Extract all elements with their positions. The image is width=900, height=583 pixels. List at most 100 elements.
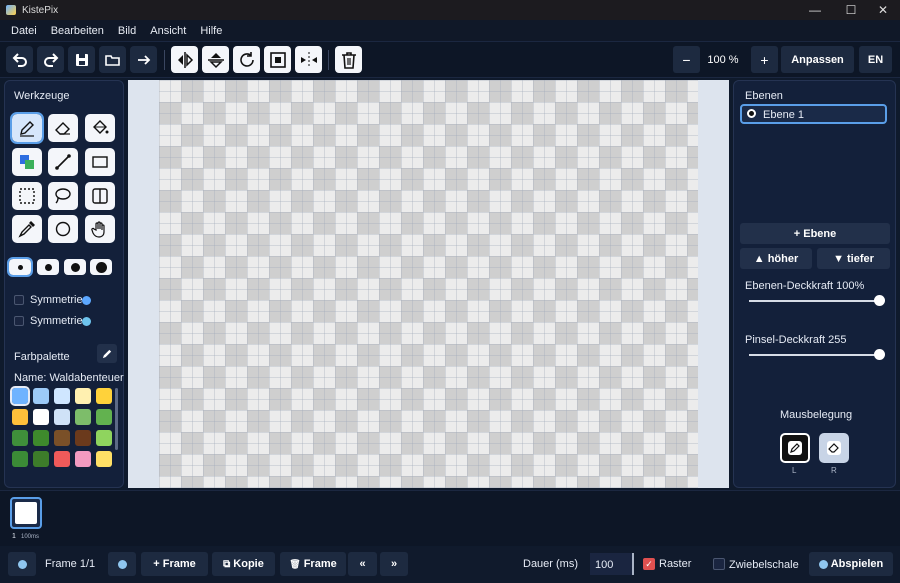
brush-size-3[interactable]	[64, 259, 86, 275]
onion-checkbox[interactable]	[713, 558, 725, 570]
close-button[interactable]: ✕	[866, 0, 900, 20]
select-rect-tool[interactable]	[12, 182, 42, 210]
delete-button[interactable]	[335, 46, 362, 73]
palette-swatch[interactable]	[33, 430, 49, 446]
duration-label: Dauer (ms)	[523, 558, 579, 570]
palette-swatch[interactable]	[54, 409, 70, 425]
zoom-out-button[interactable]: −	[673, 46, 700, 73]
add-layer-button[interactable]: + Ebene	[740, 223, 890, 244]
frame-counter: Frame 1/1	[45, 558, 96, 570]
menu-bild[interactable]: Bild	[111, 25, 143, 37]
palette-swatch[interactable]	[75, 430, 91, 446]
fit-button[interactable]: Anpassen	[781, 46, 854, 73]
menu-hilfe[interactable]: Hilfe	[193, 25, 229, 37]
rotate-button[interactable]	[233, 46, 260, 73]
slider-knob[interactable]	[874, 349, 885, 360]
resize-canvas-button[interactable]	[264, 46, 291, 73]
palette-swatch[interactable]	[96, 388, 112, 404]
add-frame-button[interactable]: + Frame	[141, 552, 208, 576]
save-button[interactable]	[68, 46, 95, 73]
ellipse-tool[interactable]	[48, 215, 78, 243]
symmetry-v-icon	[82, 317, 91, 326]
palette-swatch[interactable]	[75, 451, 91, 467]
layer-up-button[interactable]: ▲ höher	[740, 248, 812, 269]
copy-frame-button[interactable]: ⧉ Kopie	[212, 552, 275, 576]
last-frame-button[interactable]: »	[380, 552, 408, 576]
lasso-tool[interactable]	[48, 182, 78, 210]
prev-frame-button[interactable]	[8, 552, 36, 576]
palette-swatch[interactable]	[96, 409, 112, 425]
open-button[interactable]	[99, 46, 126, 73]
mouse-left-tool[interactable]	[780, 433, 810, 463]
layer-radio-icon[interactable]	[747, 109, 756, 118]
title-bar: KistePix — ☐ ✕	[0, 0, 900, 20]
palette-swatch[interactable]	[33, 409, 49, 425]
palette-scrollbar[interactable]	[115, 388, 118, 450]
flip-vertical-button[interactable]	[202, 46, 229, 73]
grid-checkbox[interactable]: ✓	[643, 558, 655, 570]
palette-swatch[interactable]	[96, 430, 112, 446]
hand-tool[interactable]	[85, 215, 115, 243]
edit-palette-button[interactable]	[97, 344, 117, 363]
mirror-tool[interactable]	[85, 182, 115, 210]
brush-size-1[interactable]	[7, 257, 33, 277]
fill-tool[interactable]	[85, 114, 115, 142]
symmetry-v-checkbox[interactable]	[14, 316, 24, 326]
palette-swatch[interactable]	[12, 430, 28, 446]
palette-swatch[interactable]	[54, 388, 70, 404]
pencil-icon	[20, 121, 34, 137]
frame-duration: 100ms	[21, 534, 40, 540]
language-button[interactable]: EN	[859, 46, 892, 73]
zoom-level: 100 %	[707, 53, 739, 66]
duration-input[interactable]: 100	[590, 553, 634, 575]
palette-swatch[interactable]	[75, 388, 91, 404]
palette-swatch[interactable]	[75, 409, 91, 425]
brush-size-4[interactable]	[90, 259, 112, 275]
menu-bearbeiten[interactable]: Bearbeiten	[44, 25, 111, 37]
eraser-icon	[55, 122, 70, 135]
frame-thumbnail[interactable]	[10, 497, 42, 529]
layer-item[interactable]: Ebene 1	[740, 104, 887, 124]
center-button[interactable]	[295, 46, 322, 73]
palette-swatch[interactable]	[33, 451, 49, 467]
palette-swatch[interactable]	[54, 451, 70, 467]
rectangle-tool[interactable]	[85, 148, 115, 176]
mouse-right-tool[interactable]	[819, 433, 849, 463]
palette-swatch[interactable]	[12, 409, 28, 425]
zoom-in-button[interactable]: +	[751, 46, 778, 73]
palette-swatch[interactable]	[54, 430, 70, 446]
slider-knob[interactable]	[874, 295, 885, 306]
flip-horizontal-button[interactable]	[171, 46, 198, 73]
line-tool[interactable]	[48, 148, 78, 176]
minimize-button[interactable]: —	[798, 0, 832, 20]
delete-frame-button[interactable]: 🗑 Frame	[280, 552, 346, 576]
undo-icon	[12, 52, 27, 67]
export-button[interactable]	[130, 46, 157, 73]
redo-button[interactable]	[37, 46, 64, 73]
undo-button[interactable]	[6, 46, 33, 73]
maximize-button[interactable]: ☐	[834, 0, 868, 20]
palette-swatch[interactable]	[10, 386, 30, 406]
menu-ansicht[interactable]: Ansicht	[143, 25, 193, 37]
play-button[interactable]: Abspielen	[809, 552, 893, 576]
pencil-tool[interactable]	[10, 112, 44, 144]
palette-swatch[interactable]	[33, 388, 49, 404]
layer-opacity-slider[interactable]	[749, 295, 885, 306]
palette-swatch[interactable]	[12, 451, 28, 467]
menu-datei[interactable]: Datei	[4, 25, 44, 37]
palette-swatch[interactable]	[96, 451, 112, 467]
eraser-tool[interactable]	[48, 114, 78, 142]
eyedropper-tool[interactable]	[12, 215, 42, 243]
symmetry-h-icon	[82, 296, 91, 305]
brush-opacity-slider[interactable]	[749, 349, 885, 360]
next-frame-button[interactable]	[108, 552, 136, 576]
grid-label: Raster	[659, 558, 692, 570]
symmetry-h-checkbox[interactable]	[14, 295, 24, 305]
layer-down-button[interactable]: ▼ tiefer	[817, 248, 890, 269]
drawing-canvas[interactable]	[159, 80, 698, 488]
first-frame-button[interactable]: «	[348, 552, 377, 576]
color-picker-tool[interactable]	[12, 148, 42, 176]
palette-name: Name: Waldabenteuer	[14, 372, 124, 384]
dot-icon	[95, 261, 107, 273]
brush-size-2[interactable]	[37, 259, 59, 275]
